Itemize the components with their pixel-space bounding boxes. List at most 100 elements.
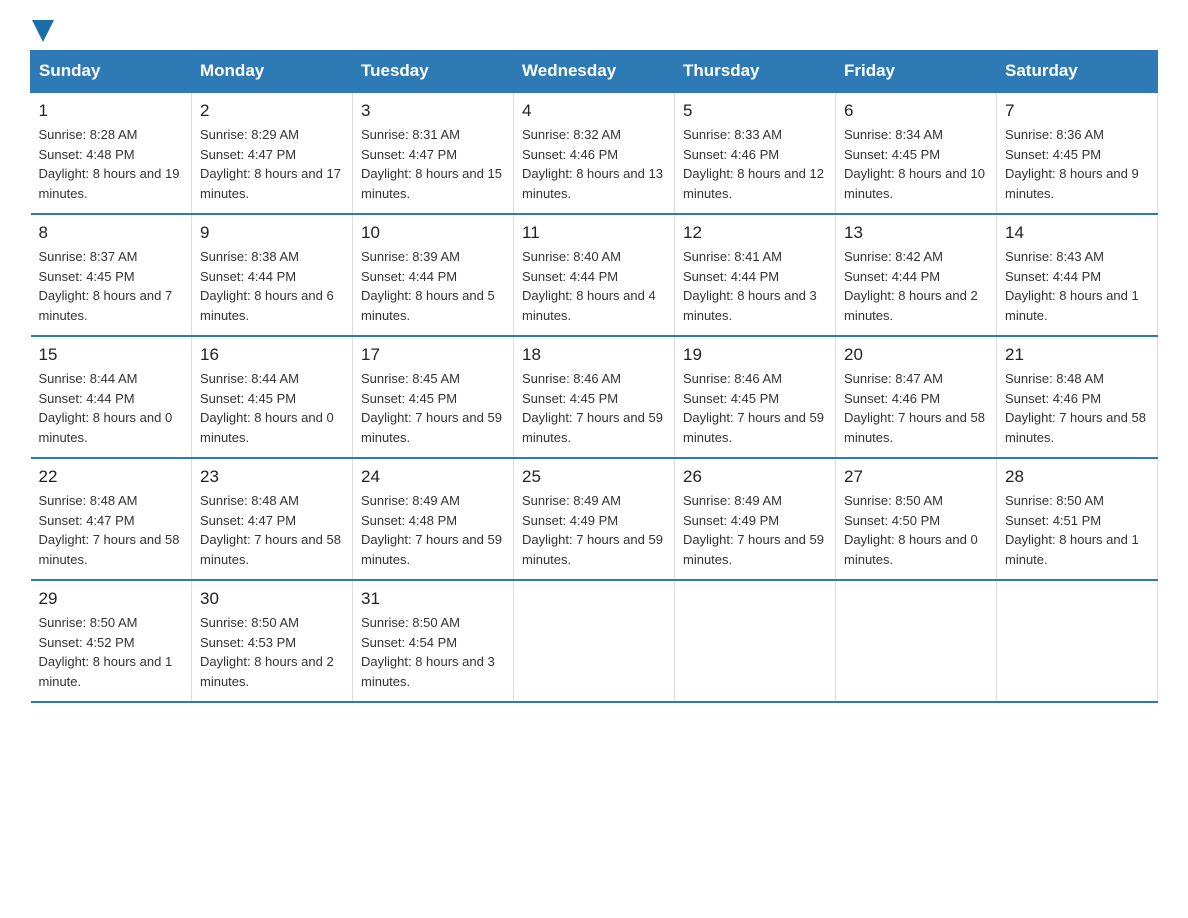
day-info: Sunrise: 8:50 AMSunset: 4:50 PMDaylight:… — [844, 491, 988, 569]
calendar-header-friday: Friday — [836, 51, 997, 93]
calendar-table: SundayMondayTuesdayWednesdayThursdayFrid… — [30, 50, 1158, 703]
day-info: Sunrise: 8:42 AMSunset: 4:44 PMDaylight:… — [844, 247, 988, 325]
calendar-cell: 16 Sunrise: 8:44 AMSunset: 4:45 PMDayligh… — [192, 336, 353, 458]
day-info: Sunrise: 8:37 AMSunset: 4:45 PMDaylight:… — [39, 247, 184, 325]
calendar-cell: 21 Sunrise: 8:48 AMSunset: 4:46 PMDayligh… — [997, 336, 1158, 458]
day-info: Sunrise: 8:44 AMSunset: 4:45 PMDaylight:… — [200, 369, 344, 447]
calendar-cell: 8 Sunrise: 8:37 AMSunset: 4:45 PMDaylight… — [31, 214, 192, 336]
day-number: 1 — [39, 101, 184, 121]
calendar-cell: 29 Sunrise: 8:50 AMSunset: 4:52 PMDayligh… — [31, 580, 192, 702]
day-info: Sunrise: 8:49 AMSunset: 4:48 PMDaylight:… — [361, 491, 505, 569]
day-info: Sunrise: 8:50 AMSunset: 4:52 PMDaylight:… — [39, 613, 184, 691]
day-info: Sunrise: 8:48 AMSunset: 4:46 PMDaylight:… — [1005, 369, 1149, 447]
day-number: 3 — [361, 101, 505, 121]
calendar-cell: 4 Sunrise: 8:32 AMSunset: 4:46 PMDaylight… — [514, 92, 675, 214]
calendar-cell: 20 Sunrise: 8:47 AMSunset: 4:46 PMDayligh… — [836, 336, 997, 458]
day-info: Sunrise: 8:50 AMSunset: 4:54 PMDaylight:… — [361, 613, 505, 691]
calendar-header-saturday: Saturday — [997, 51, 1158, 93]
day-info: Sunrise: 8:33 AMSunset: 4:46 PMDaylight:… — [683, 125, 827, 203]
calendar-cell: 25 Sunrise: 8:49 AMSunset: 4:49 PMDayligh… — [514, 458, 675, 580]
calendar-cell: 24 Sunrise: 8:49 AMSunset: 4:48 PMDayligh… — [353, 458, 514, 580]
calendar-cell: 26 Sunrise: 8:49 AMSunset: 4:49 PMDayligh… — [675, 458, 836, 580]
day-number: 22 — [39, 467, 184, 487]
day-number: 2 — [200, 101, 344, 121]
calendar-cell: 3 Sunrise: 8:31 AMSunset: 4:47 PMDaylight… — [353, 92, 514, 214]
calendar-cell: 13 Sunrise: 8:42 AMSunset: 4:44 PMDayligh… — [836, 214, 997, 336]
day-number: 10 — [361, 223, 505, 243]
day-info: Sunrise: 8:38 AMSunset: 4:44 PMDaylight:… — [200, 247, 344, 325]
calendar-cell — [997, 580, 1158, 702]
day-number: 16 — [200, 345, 344, 365]
calendar-header-wednesday: Wednesday — [514, 51, 675, 93]
day-info: Sunrise: 8:43 AMSunset: 4:44 PMDaylight:… — [1005, 247, 1149, 325]
calendar-cell — [836, 580, 997, 702]
day-number: 27 — [844, 467, 988, 487]
day-number: 31 — [361, 589, 505, 609]
day-number: 9 — [200, 223, 344, 243]
day-info: Sunrise: 8:46 AMSunset: 4:45 PMDaylight:… — [683, 369, 827, 447]
calendar-header-thursday: Thursday — [675, 51, 836, 93]
day-info: Sunrise: 8:31 AMSunset: 4:47 PMDaylight:… — [361, 125, 505, 203]
day-info: Sunrise: 8:39 AMSunset: 4:44 PMDaylight:… — [361, 247, 505, 325]
day-info: Sunrise: 8:48 AMSunset: 4:47 PMDaylight:… — [39, 491, 184, 569]
calendar-week-4: 22 Sunrise: 8:48 AMSunset: 4:47 PMDayligh… — [31, 458, 1158, 580]
calendar-cell: 18 Sunrise: 8:46 AMSunset: 4:45 PMDayligh… — [514, 336, 675, 458]
day-number: 7 — [1005, 101, 1149, 121]
day-number: 14 — [1005, 223, 1149, 243]
day-number: 11 — [522, 223, 666, 243]
calendar-cell: 27 Sunrise: 8:50 AMSunset: 4:50 PMDayligh… — [836, 458, 997, 580]
day-number: 20 — [844, 345, 988, 365]
calendar-cell: 2 Sunrise: 8:29 AMSunset: 4:47 PMDaylight… — [192, 92, 353, 214]
day-number: 24 — [361, 467, 505, 487]
day-info: Sunrise: 8:36 AMSunset: 4:45 PMDaylight:… — [1005, 125, 1149, 203]
day-info: Sunrise: 8:50 AMSunset: 4:53 PMDaylight:… — [200, 613, 344, 691]
calendar-cell: 28 Sunrise: 8:50 AMSunset: 4:51 PMDayligh… — [997, 458, 1158, 580]
day-info: Sunrise: 8:49 AMSunset: 4:49 PMDaylight:… — [683, 491, 827, 569]
day-info: Sunrise: 8:50 AMSunset: 4:51 PMDaylight:… — [1005, 491, 1149, 569]
day-info: Sunrise: 8:44 AMSunset: 4:44 PMDaylight:… — [39, 369, 184, 447]
calendar-week-3: 15Sunrise: 8:44 AMSunset: 4:44 PMDayligh… — [31, 336, 1158, 458]
calendar-cell: 7 Sunrise: 8:36 AMSunset: 4:45 PMDaylight… — [997, 92, 1158, 214]
calendar-cell: 9 Sunrise: 8:38 AMSunset: 4:44 PMDaylight… — [192, 214, 353, 336]
calendar-cell: 1 Sunrise: 8:28 AMSunset: 4:48 PMDaylight… — [31, 92, 192, 214]
calendar-cell: 30 Sunrise: 8:50 AMSunset: 4:53 PMDayligh… — [192, 580, 353, 702]
calendar-header-monday: Monday — [192, 51, 353, 93]
day-info: Sunrise: 8:46 AMSunset: 4:45 PMDaylight:… — [522, 369, 666, 447]
day-info: Sunrise: 8:49 AMSunset: 4:49 PMDaylight:… — [522, 491, 666, 569]
calendar-cell: 19 Sunrise: 8:46 AMSunset: 4:45 PMDayligh… — [675, 336, 836, 458]
day-number: 4 — [522, 101, 666, 121]
day-info: Sunrise: 8:48 AMSunset: 4:47 PMDaylight:… — [200, 491, 344, 569]
calendar-header-row: SundayMondayTuesdayWednesdayThursdayFrid… — [31, 51, 1158, 93]
calendar-header-sunday: Sunday — [31, 51, 192, 93]
day-number: 30 — [200, 589, 344, 609]
day-info: Sunrise: 8:32 AMSunset: 4:46 PMDaylight:… — [522, 125, 666, 203]
calendar-week-1: 1 Sunrise: 8:28 AMSunset: 4:48 PMDaylight… — [31, 92, 1158, 214]
calendar-cell: 14 Sunrise: 8:43 AMSunset: 4:44 PMDayligh… — [997, 214, 1158, 336]
day-number: 18 — [522, 345, 666, 365]
day-info: Sunrise: 8:28 AMSunset: 4:48 PMDaylight:… — [39, 125, 184, 203]
day-info: Sunrise: 8:29 AMSunset: 4:47 PMDaylight:… — [200, 125, 344, 203]
day-number: 23 — [200, 467, 344, 487]
day-info: Sunrise: 8:41 AMSunset: 4:44 PMDaylight:… — [683, 247, 827, 325]
calendar-cell: 5 Sunrise: 8:33 AMSunset: 4:46 PMDaylight… — [675, 92, 836, 214]
day-number: 21 — [1005, 345, 1149, 365]
day-number: 12 — [683, 223, 827, 243]
calendar-week-2: 8 Sunrise: 8:37 AMSunset: 4:45 PMDaylight… — [31, 214, 1158, 336]
calendar-cell: 10 Sunrise: 8:39 AMSunset: 4:44 PMDayligh… — [353, 214, 514, 336]
day-number: 5 — [683, 101, 827, 121]
day-number: 19 — [683, 345, 827, 365]
calendar-cell — [675, 580, 836, 702]
day-info: Sunrise: 8:34 AMSunset: 4:45 PMDaylight:… — [844, 125, 988, 203]
day-info: Sunrise: 8:45 AMSunset: 4:45 PMDaylight:… — [361, 369, 505, 447]
day-number: 8 — [39, 223, 184, 243]
day-number: 29 — [39, 589, 184, 609]
calendar-week-5: 29 Sunrise: 8:50 AMSunset: 4:52 PMDayligh… — [31, 580, 1158, 702]
day-number: 13 — [844, 223, 988, 243]
page-header — [30, 20, 1158, 40]
day-number: 28 — [1005, 467, 1149, 487]
day-info: Sunrise: 8:47 AMSunset: 4:46 PMDaylight:… — [844, 369, 988, 447]
calendar-header-tuesday: Tuesday — [353, 51, 514, 93]
calendar-cell: 23 Sunrise: 8:48 AMSunset: 4:47 PMDayligh… — [192, 458, 353, 580]
day-number: 26 — [683, 467, 827, 487]
day-number: 25 — [522, 467, 666, 487]
